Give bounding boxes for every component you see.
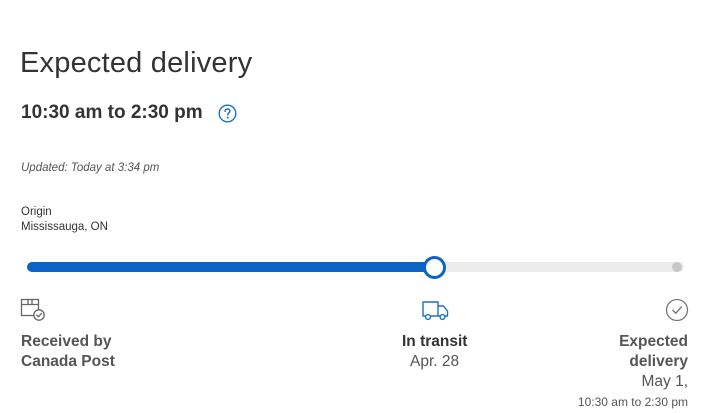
stage-expected-title: Expected delivery [619,332,688,372]
check-circle-icon [664,298,690,329]
delivery-heading: Expected delivery [20,47,253,79]
progress-fill [27,262,435,272]
stage-transit-date: Apr. 28 [410,353,460,370]
progress-marker[interactable] [423,256,447,279]
stage-expected-title-line1: Expected [619,333,688,350]
stage-expected-title-line2: delivery [629,353,688,370]
stage-received-title-line1: Received by [21,333,112,350]
delivery-truck-icon [421,297,450,328]
updated-timestamp: Updated: Today at 3:34 pm [21,162,160,174]
package-check-icon [20,297,46,328]
stage-received-title: Received by Canada Post [21,332,115,372]
stage-expected-date: May 1, [641,373,688,390]
stage-expected-time: 10:30 am to 2:30 pm [577,395,688,409]
question-circle-icon[interactable] [218,103,237,123]
stage-transit-title: In transit [402,333,468,350]
origin-location: Mississauga, ON [21,221,108,233]
progress-track [27,256,684,279]
delivery-window-row: 10:30 am to 2:30 pm [21,100,237,126]
stage-received-title-line2: Canada Post [21,353,115,370]
delivery-window: 10:30 am to 2:30 pm [21,102,203,123]
origin-label: Origin [21,206,52,218]
origin-block: Origin Mississauga, ON [21,205,108,235]
progress-end-dot [672,262,682,272]
